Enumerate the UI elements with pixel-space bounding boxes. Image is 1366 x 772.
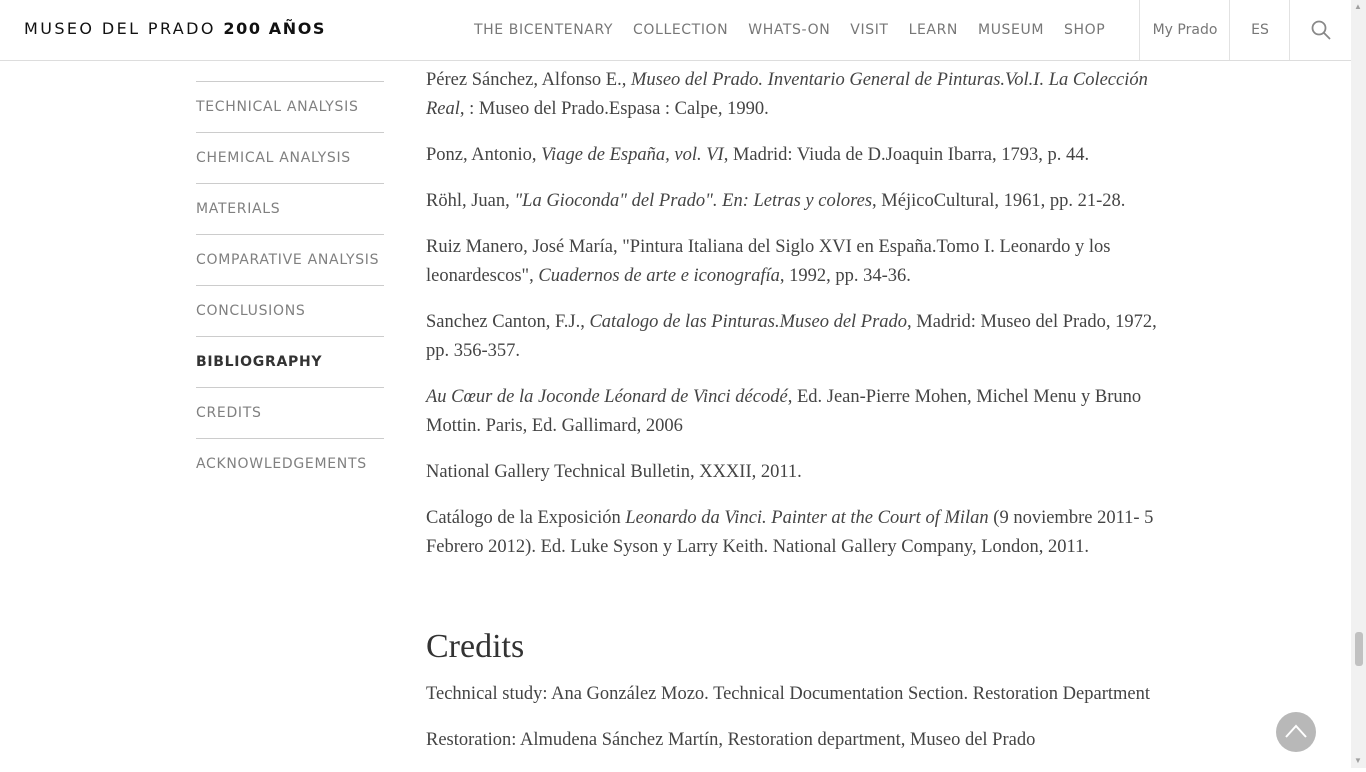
my-prado-link[interactable]: My Prado xyxy=(1139,0,1230,60)
sidebar-item-comparative-analysis[interactable]: COMPARATIVE ANALYSIS xyxy=(196,235,384,286)
back-to-top-button[interactable] xyxy=(1276,712,1316,752)
sidebar-item-credits[interactable]: CREDITS xyxy=(196,388,384,439)
nav-learn[interactable]: LEARN xyxy=(909,0,958,60)
nav-visit[interactable]: VISIT xyxy=(850,0,888,60)
logo-bicentenary: 200 AÑOS xyxy=(223,19,327,38)
bibliography-entry: Au Cœur de la Joconde Léonard de Vinci d… xyxy=(426,387,1142,436)
sidebar-item-bibliography[interactable]: BIBLIOGRAPHY xyxy=(196,337,384,388)
nav-museum[interactable]: MUSEUM xyxy=(978,0,1044,60)
bibliography-entry: Ruiz Manero, José María, "Pintura Italia… xyxy=(426,237,1111,286)
bibliography-entry: Sanchez Canton, F.J., Catalogo de las Pi… xyxy=(426,312,1157,361)
language-switch[interactable]: ES xyxy=(1229,0,1290,60)
site-header: MUSEO DEL PRADO 200 AÑOS THE BICENTENARY… xyxy=(0,0,1351,61)
logo-text: MUSEO DEL PRADO xyxy=(24,19,216,38)
search-icon xyxy=(1311,20,1331,40)
sidebar-divider xyxy=(196,60,384,82)
scroll-up-icon[interactable]: ▲ xyxy=(1354,2,1362,11)
site-logo[interactable]: MUSEO DEL PRADO 200 AÑOS xyxy=(24,19,326,38)
bibliography-entry: Pérez Sánchez, Alfonso E., Museo del Pra… xyxy=(426,70,1148,119)
sidebar-item-materials[interactable]: MATERIALS xyxy=(196,184,384,235)
credits-line: Technical study: Ana González Mozo. Tech… xyxy=(426,684,1151,704)
bibliography-entry: Röhl, Juan, "La Gioconda" del Prado". En… xyxy=(426,191,1126,211)
main-content: Pérez Sánchez, Alfonso E., Museo del Pra… xyxy=(426,66,1161,772)
nav-bicentenary[interactable]: THE BICENTENARY xyxy=(474,0,613,60)
sidebar-item-conclusions[interactable]: CONCLUSIONS xyxy=(196,286,384,337)
credits-heading: Credits xyxy=(426,628,525,665)
scrollbar-thumb[interactable] xyxy=(1355,632,1363,666)
page-scrollbar[interactable]: ▲ ▼ xyxy=(1351,0,1366,768)
sidebar-item-acknowledgements[interactable]: ACKNOWLEDGEMENTS xyxy=(196,439,384,489)
search-button[interactable] xyxy=(1289,0,1352,60)
sidebar-item-chemical-analysis[interactable]: CHEMICAL ANALYSIS xyxy=(196,133,384,184)
scroll-down-icon[interactable]: ▼ xyxy=(1354,756,1362,765)
credits-line: Restoration: Almudena Sánchez Martín, Re… xyxy=(426,730,1036,750)
main-nav: THE BICENTENARY COLLECTION WHATS-ON VISI… xyxy=(474,0,1125,60)
sidebar-item-technical-analysis[interactable]: TECHNICAL ANALYSIS xyxy=(196,82,384,133)
bibliography-entry: National Gallery Technical Bulletin, XXX… xyxy=(426,462,802,482)
nav-whats-on[interactable]: WHATS-ON xyxy=(748,0,830,60)
bibliography-entry: Ponz, Antonio, Viage de España, vol. VI,… xyxy=(426,145,1090,165)
nav-collection[interactable]: COLLECTION xyxy=(633,0,728,60)
nav-shop[interactable]: SHOP xyxy=(1064,0,1105,60)
bibliography-entry: Catálogo de la Exposición Leonardo da Vi… xyxy=(426,508,1154,557)
chevron-up-icon xyxy=(1285,724,1307,738)
section-sidebar: TECHNICAL ANALYSIS CHEMICAL ANALYSIS MAT… xyxy=(196,60,384,489)
